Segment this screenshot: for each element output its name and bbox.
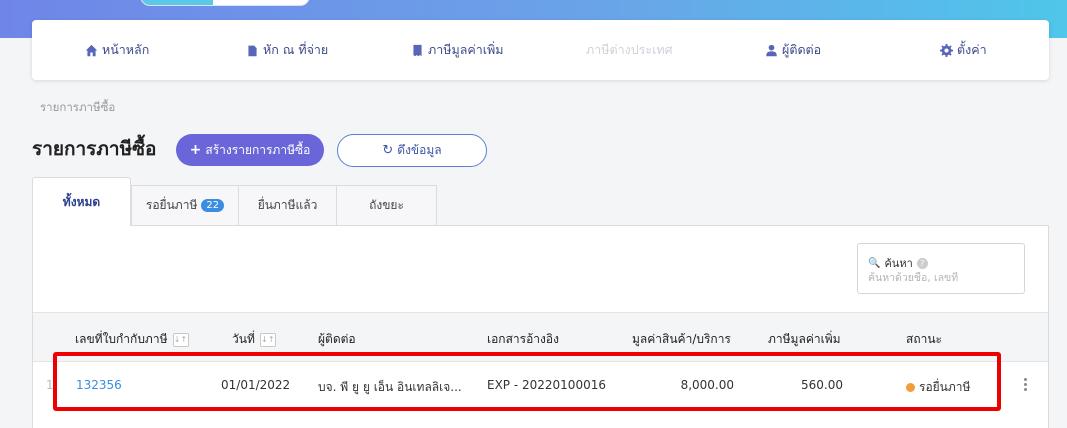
table-row[interactable]: 1 132356 01/01/2022 บจ. พี ยู ยู เอ็น อิ…	[33, 362, 1048, 412]
column-header-label: ผู้ติดต่อ	[318, 332, 356, 346]
fetch-button-label: ดึงข้อมูล	[397, 143, 442, 157]
row-menu-icon[interactable]	[1021, 376, 1029, 396]
tab-label: ทั้งหมด	[62, 194, 101, 209]
plus-icon: +	[189, 142, 202, 158]
column-header-label: ภาษีมูลค่าเพิ่ม	[768, 332, 841, 346]
breadcrumb[interactable]: รายการภาษีซื้อ	[40, 99, 115, 117]
search-icon: 🔍	[868, 257, 881, 269]
column-header-invoice-no: เลขที่ใบกำกับภาษี ↓↑	[75, 330, 189, 349]
tab-all[interactable]: ทั้งหมด	[32, 177, 131, 226]
help-icon[interactable]: ?	[916, 257, 928, 269]
nav-item-contacts[interactable]: ผู้ติดต่อ	[765, 40, 821, 60]
reference-cell: EXP - 20220100016	[487, 378, 606, 392]
amount-cell: 8,000.00	[680, 378, 734, 392]
refresh-icon: ↻	[382, 143, 394, 158]
column-header-label: เลขที่ใบกำกับภาษี	[75, 332, 168, 346]
tab-pending[interactable]: รอยื่นภาษี 22	[131, 185, 239, 225]
nav-item-label: หน้าหลัก	[102, 42, 150, 57]
tab-label: รอยื่นภาษี	[145, 198, 198, 212]
nav-item-settings[interactable]: ตั้งค่า	[940, 40, 987, 60]
invoice-number-link[interactable]: 132356	[76, 378, 122, 392]
search-box: 🔍 ค้นหา ?	[857, 243, 1025, 294]
nav-item-label: ผู้ติดต่อ	[782, 42, 822, 57]
fetch-data-button[interactable]: ↻ ดึงข้อมูล	[337, 134, 487, 167]
home-icon	[85, 44, 98, 56]
status-badge: รอยื่นภาษี	[906, 378, 970, 397]
column-header-label: วันที่	[232, 332, 255, 346]
nav-item-vat[interactable]: ภาษีมูลค่าเพิ่ม	[411, 40, 504, 60]
nav-item-home[interactable]: หน้าหลัก	[85, 40, 149, 60]
receipt-icon	[413, 44, 422, 56]
nav-item-label: ภาษีต่างประเทศ	[586, 42, 673, 57]
user-icon	[766, 44, 777, 56]
create-button-label: สร้างรายการภาษีซื้อ	[205, 142, 311, 157]
nav-item-foreign-tax: ภาษีต่างประเทศ	[586, 40, 673, 60]
column-header-amount: มูลค่าสินค้า/บริการ	[632, 330, 731, 349]
tab-label: ยื่นภาษีแล้ว	[257, 198, 318, 212]
tab-trash[interactable]: ถังขยะ	[336, 185, 437, 225]
table-panel: 🔍 ค้นหา ? เลขที่ใบกำกับภาษี ↓↑ วันที่ ↓↑…	[32, 225, 1049, 428]
tab-label: ถังขยะ	[369, 198, 404, 212]
gear-icon	[940, 43, 953, 57]
column-header-vat: ภาษีมูลค่าเพิ่ม	[768, 330, 841, 349]
nav-item-withholding[interactable]: หัก ณ ที่จ่าย	[246, 40, 328, 60]
column-header-label: เอกสารอ้างอิง	[487, 332, 559, 346]
nav-item-label: ตั้งค่า	[957, 42, 987, 57]
create-purchase-tax-button[interactable]: + สร้างรายการภาษีซื้อ	[176, 134, 324, 166]
sort-icon[interactable]: ↓↑	[259, 332, 276, 347]
table-header: เลขที่ใบกำกับภาษี ↓↑ วันที่ ↓↑ ผู้ติดต่อ…	[33, 312, 1048, 362]
search-input[interactable]	[868, 272, 1018, 284]
sort-icon[interactable]: ↓↑	[172, 332, 189, 347]
toggle-pill-active	[141, 0, 213, 5]
count-badge: 22	[201, 199, 225, 212]
page-title: รายการภาษีซื้อ	[32, 138, 157, 160]
column-header-contact: ผู้ติดต่อ	[318, 330, 356, 349]
vat-cell: 560.00	[801, 378, 843, 392]
date-cell: 01/01/2022	[221, 378, 291, 392]
search-label-text: ค้นหา	[884, 257, 913, 270]
contact-cell: บจ. พี ยู ยู เอ็น อินเทลลิเจ...	[318, 380, 462, 394]
status-dot-icon	[906, 383, 915, 392]
toggle-pill[interactable]	[140, 0, 310, 6]
nav-item-label: หัก ณ ที่จ่าย	[263, 42, 329, 57]
column-header-date: วันที่ ↓↑	[232, 330, 276, 349]
column-header-reference: เอกสารอ้างอิง	[487, 330, 559, 349]
column-header-status: สถานะ	[906, 330, 942, 349]
nav-item-label: ภาษีมูลค่าเพิ่ม	[428, 42, 504, 57]
column-header-label: สถานะ	[906, 332, 942, 346]
search-label: 🔍 ค้นหา ?	[868, 254, 928, 272]
main-nav: หน้าหลัก หัก ณ ที่จ่าย ภาษีมูลค่าเพิ่ม ภ…	[32, 20, 1049, 80]
column-header-label: มูลค่าสินค้า/บริการ	[632, 332, 731, 346]
status-label: รอยื่นภาษี	[919, 380, 971, 394]
row-number: 1	[46, 378, 54, 392]
document-icon	[248, 45, 257, 56]
tab-filed[interactable]: ยื่นภาษีแล้ว	[238, 185, 337, 225]
